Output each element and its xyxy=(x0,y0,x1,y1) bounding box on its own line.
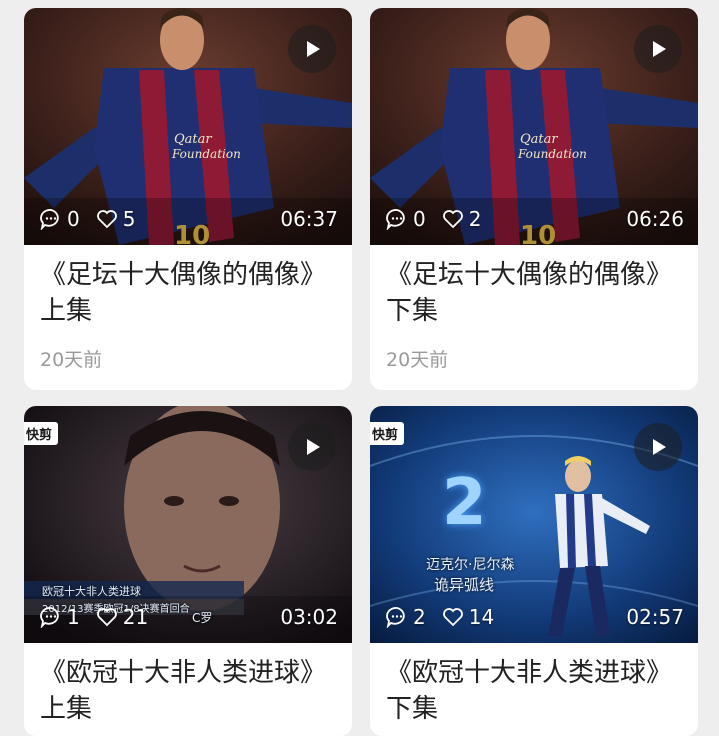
comment-count-value: 0 xyxy=(67,207,80,231)
channel-badge: 快剪 xyxy=(24,422,59,445)
svg-text:Foundation: Foundation xyxy=(517,147,587,161)
video-duration: 03:02 xyxy=(280,605,338,629)
video-date: 20天前 xyxy=(40,349,103,371)
heart-icon xyxy=(96,608,117,627)
video-title[interactable]: 《足坛十大偶像的偶像》上集 xyxy=(40,257,336,329)
heart-icon xyxy=(96,210,117,229)
overlay-tag: C罗 xyxy=(192,611,213,625)
play-icon xyxy=(653,41,666,57)
video-card[interactable]: Qatar Foundation 10 0 2 06:26 《足坛十大偶像的偶像… xyxy=(370,8,698,390)
like-count-value: 2 xyxy=(468,207,482,231)
video-stats: 0 5 xyxy=(40,207,151,231)
overlay-player-name: 迈克尔·尼尔森 xyxy=(426,557,515,573)
play-button[interactable] xyxy=(288,423,336,471)
play-icon xyxy=(653,439,666,455)
comment-count[interactable]: 0 xyxy=(40,207,80,231)
video-title[interactable]: 《欧冠十大非人类进球》下集 xyxy=(386,655,682,727)
svg-text:Qatar: Qatar xyxy=(520,132,558,147)
comment-icon xyxy=(40,607,59,628)
comment-count-value: 1 xyxy=(67,605,80,629)
video-card[interactable]: Qatar Foundation 10 0 5 06:37 《足坛十大偶像的偶像… xyxy=(24,8,352,390)
svg-text:Qatar: Qatar xyxy=(174,132,212,147)
video-stats: 1 21 xyxy=(40,605,164,629)
comment-count[interactable]: 2 xyxy=(386,605,426,629)
play-button[interactable] xyxy=(634,25,682,73)
video-card[interactable]: 快剪 2 迈克尔·尼尔森 诡异弧线 2 14 02:57 《欧冠十大非人类进球》… xyxy=(370,406,698,736)
overlay-rank: 2 xyxy=(442,466,487,540)
video-duration: 02:57 xyxy=(626,605,684,629)
like-count[interactable]: 5 xyxy=(96,207,136,231)
video-title[interactable]: 《欧冠十大非人类进球》上集 xyxy=(40,655,336,727)
comment-icon xyxy=(40,209,59,230)
channel-badge: 快剪 xyxy=(370,422,405,445)
svg-text:Foundation: Foundation xyxy=(171,147,241,161)
video-date: 20天前 xyxy=(386,349,449,371)
video-duration: 06:37 xyxy=(280,207,338,231)
play-button[interactable] xyxy=(634,423,682,471)
comment-count[interactable]: 1 xyxy=(40,605,80,629)
video-stats: 0 2 xyxy=(386,207,497,231)
like-count[interactable]: 2 xyxy=(442,207,482,231)
video-card[interactable]: 快剪 欧冠十大非人类进球 2012/13赛季欧冠1/8决赛首回合 C罗 1 21… xyxy=(24,406,352,736)
like-count[interactable]: 21 xyxy=(96,605,148,629)
video-thumbnail[interactable]: 快剪 2 迈克尔·尼尔森 诡异弧线 2 14 02:57 xyxy=(370,406,698,643)
play-icon xyxy=(307,439,320,455)
play-icon xyxy=(307,41,320,57)
video-thumbnail[interactable]: 快剪 欧冠十大非人类进球 2012/13赛季欧冠1/8决赛首回合 C罗 1 21… xyxy=(24,406,352,643)
heart-icon xyxy=(442,608,463,627)
like-count-value: 5 xyxy=(122,207,136,231)
like-count[interactable]: 14 xyxy=(442,605,494,629)
heart-icon xyxy=(442,210,463,229)
comment-count-value: 0 xyxy=(413,207,426,231)
comment-count-value: 2 xyxy=(413,605,426,629)
comment-icon xyxy=(386,607,405,628)
video-duration: 06:26 xyxy=(626,207,684,231)
video-thumbnail[interactable]: Qatar Foundation 10 0 2 06:26 xyxy=(370,8,698,245)
like-count-value: 14 xyxy=(468,605,495,629)
video-thumbnail[interactable]: Qatar Foundation 10 0 5 06:37 xyxy=(24,8,352,245)
play-button[interactable] xyxy=(288,25,336,73)
comment-icon xyxy=(386,209,405,230)
like-count-value: 21 xyxy=(122,605,149,629)
overlay-caption: 诡异弧线 xyxy=(434,576,495,594)
comment-count[interactable]: 0 xyxy=(386,207,426,231)
video-title[interactable]: 《足坛十大偶像的偶像》下集 xyxy=(386,257,682,329)
overlay-title: 欧冠十大非人类进球 xyxy=(42,585,141,598)
video-stats: 2 14 xyxy=(386,605,510,629)
